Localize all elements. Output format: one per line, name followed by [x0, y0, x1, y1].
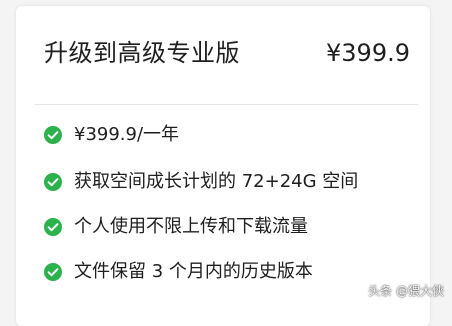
check-circle-icon [44, 126, 62, 144]
check-circle-icon [44, 218, 62, 236]
watermark: 头条 @猥大侠 [368, 282, 444, 299]
feature-text: 个人使用不限上传和下载流量 [74, 214, 308, 240]
feature-text: 文件保留 3 个月内的历史版本 [74, 259, 313, 285]
plan-price: ¥399.9 [326, 35, 410, 71]
check-circle-icon [44, 263, 62, 281]
feature-item: 获取空间成长计划的 72+24G 空间 [44, 169, 358, 195]
upgrade-plan-card: 升级到高级专业版 ¥399.9 ¥399.9/一年 获取空间成长计划的 72+2… [16, 6, 430, 326]
feature-item: 文件保留 3 个月内的历史版本 [44, 259, 313, 285]
feature-text: ¥399.9/一年 [74, 122, 179, 148]
feature-text: 获取空间成长计划的 72+24G 空间 [74, 169, 358, 195]
feature-item: 个人使用不限上传和下载流量 [44, 214, 308, 240]
check-circle-icon [44, 173, 62, 191]
divider [34, 104, 418, 105]
feature-item: ¥399.9/一年 [44, 122, 179, 148]
plan-header: 升级到高级专业版 ¥399.9 [44, 35, 410, 71]
plan-title: 升级到高级专业版 [44, 35, 240, 71]
